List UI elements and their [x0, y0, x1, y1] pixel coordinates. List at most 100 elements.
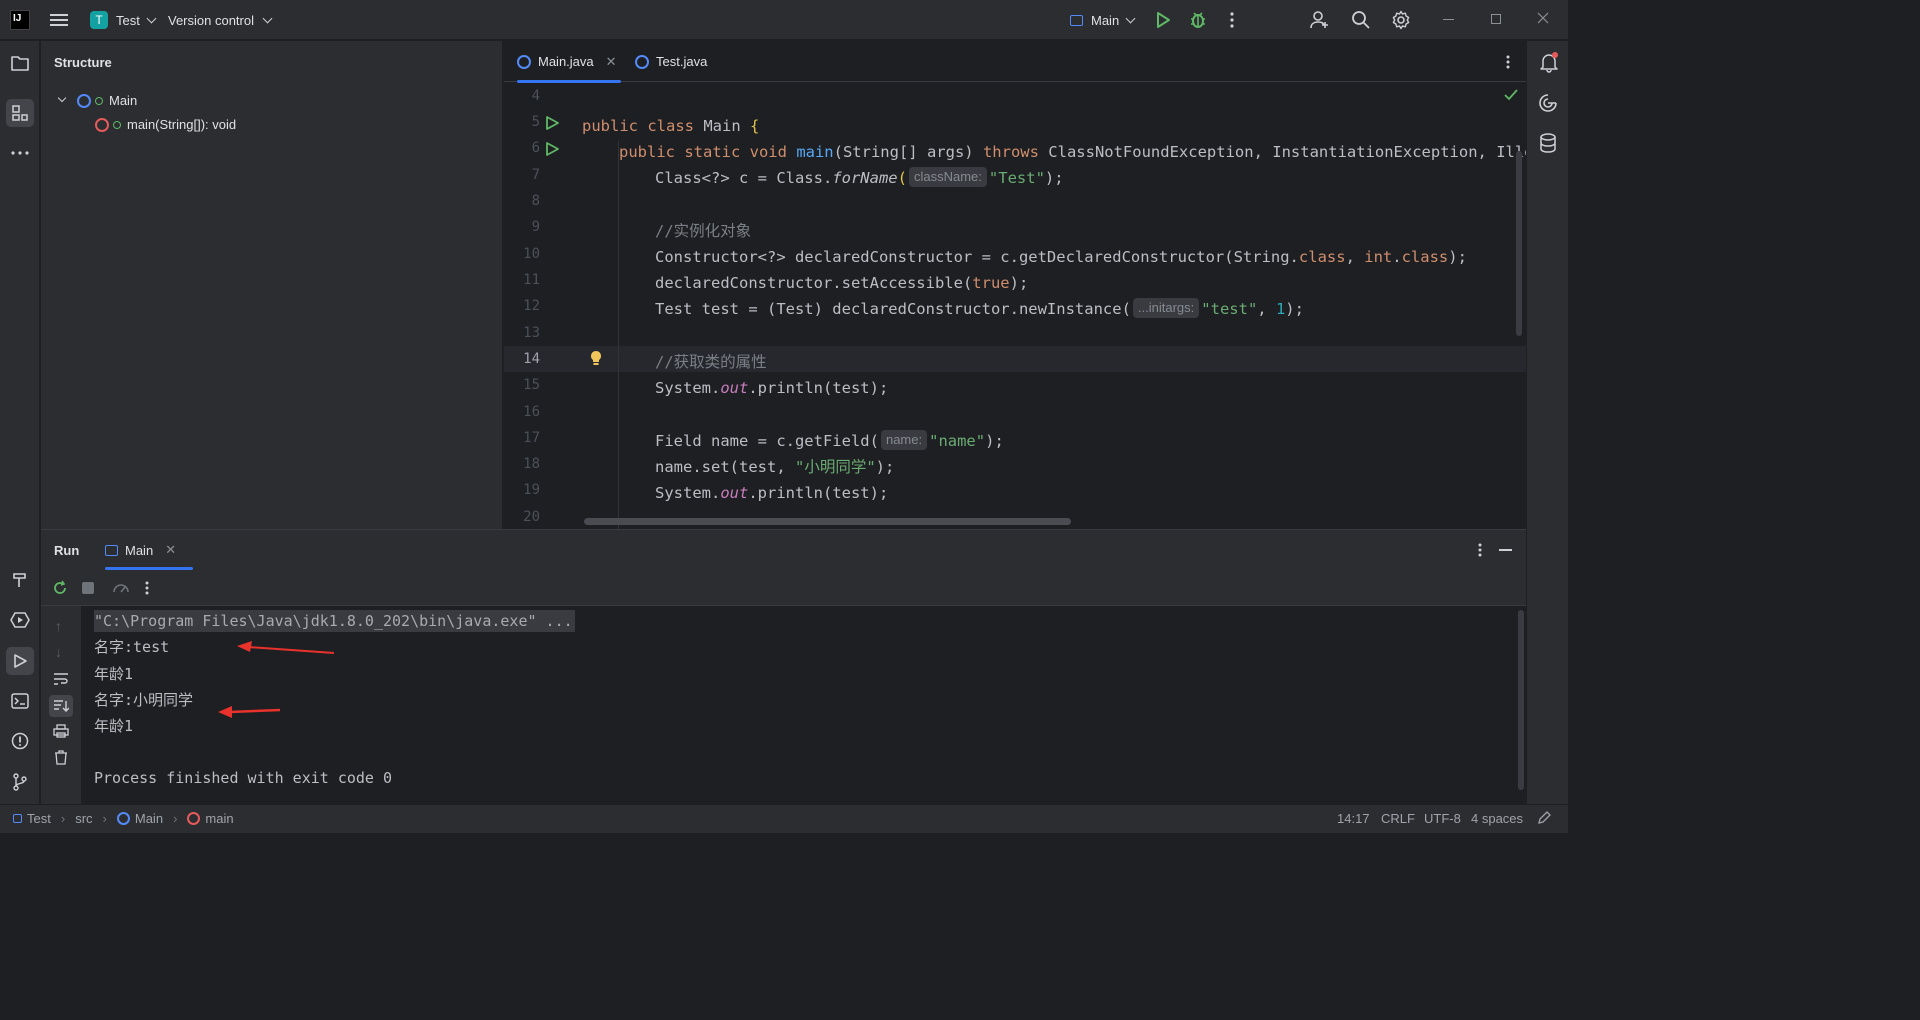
- tab-test-java[interactable]: Test.java: [635, 41, 707, 82]
- build-hammer-icon[interactable]: [6, 566, 34, 594]
- expand-chevron-icon[interactable]: [57, 93, 67, 102]
- run-config-selector[interactable]: Main: [1064, 6, 1140, 34]
- chevron-right-icon: ›: [60, 811, 66, 826]
- scroll-down-icon[interactable]: ↓: [55, 644, 62, 660]
- line-number: 7: [531, 167, 540, 183]
- horizontal-scrollbar[interactable]: [584, 518, 1071, 525]
- more-horizontal-icon[interactable]: [6, 139, 34, 167]
- console-output[interactable]: "C:\Program Files\Java\jdk1.8.0_202\bin\…: [94, 606, 1514, 805]
- readonly-toggle-icon[interactable]: [1537, 811, 1551, 825]
- breadcrumb-item[interactable]: Main: [135, 811, 163, 826]
- add-user-icon[interactable]: [1310, 10, 1330, 30]
- print-icon[interactable]: [53, 724, 69, 738]
- line-number: 10: [523, 246, 540, 262]
- code-token: main: [796, 143, 834, 161]
- line-number: 6: [531, 140, 540, 156]
- terminal-icon[interactable]: [6, 687, 34, 715]
- line-number: 15: [523, 377, 540, 393]
- close-icon[interactable]: [1537, 12, 1549, 24]
- code-token: class: [1401, 248, 1449, 266]
- caret-position[interactable]: 14:17: [1337, 811, 1370, 826]
- code-line-6: public static void main(String[] args) t…: [619, 139, 1526, 165]
- file-encoding[interactable]: UTF-8: [1424, 811, 1461, 826]
- notifications-bell-icon[interactable]: [1538, 51, 1560, 73]
- main-menu-icon[interactable]: [50, 11, 68, 29]
- code-token: );: [985, 432, 1004, 450]
- restore-icon[interactable]: [1491, 14, 1501, 24]
- chevron-right-icon: ›: [173, 811, 178, 826]
- line-ending[interactable]: CRLF: [1381, 811, 1415, 826]
- line-number: 9: [531, 219, 540, 235]
- line-gutter: 4 5 6 7 8 9 10 11 12 13 14 15 16 17 18 1…: [504, 83, 601, 529]
- tab-main-java[interactable]: Main.java ✕: [517, 41, 621, 83]
- settings-gear-icon[interactable]: [1391, 10, 1411, 30]
- stop-icon[interactable]: [82, 582, 94, 594]
- minimize-panel-icon[interactable]: [1499, 549, 1512, 551]
- parameter-hint: name:: [880, 430, 928, 450]
- vertical-scrollbar[interactable]: [1516, 151, 1522, 336]
- close-tab-icon[interactable]: ✕: [165, 542, 176, 558]
- inspection-ok-icon[interactable]: [1504, 89, 1518, 101]
- profiler-icon[interactable]: [112, 580, 130, 596]
- vcs-label: Version control: [168, 12, 254, 28]
- structure-icon[interactable]: [6, 99, 34, 127]
- chevron-down-icon: [1125, 13, 1136, 23]
- run-tab-main[interactable]: Main ✕: [105, 530, 193, 570]
- line-number: 8: [531, 193, 540, 209]
- parameter-hint: className:: [908, 167, 987, 187]
- module-icon: [13, 814, 22, 823]
- java-class-icon: [635, 54, 649, 69]
- code-line-17: Field name = c.getField(name: "name");: [655, 428, 1004, 454]
- database-icon[interactable]: [1539, 133, 1557, 153]
- scroll-up-icon[interactable]: ↑: [55, 618, 62, 634]
- run-tool-icon[interactable]: [6, 647, 34, 675]
- soft-wrap-icon[interactable]: [53, 672, 69, 686]
- code-editor: Main.java ✕ Test.java 4 5 6 7 8 9 10 11 …: [504, 41, 1526, 529]
- git-branch-icon[interactable]: [6, 768, 34, 796]
- project-widget[interactable]: T Test: [84, 6, 161, 34]
- ai-assistant-icon[interactable]: [1538, 93, 1558, 113]
- line-number: 17: [523, 430, 540, 446]
- services-icon[interactable]: [6, 606, 34, 634]
- code-line-10: Constructor<?> declaredConstructor = c.g…: [655, 244, 1467, 270]
- tree-method-label: main(String[]): void: [127, 117, 237, 132]
- code-line-5: public class Main {: [582, 113, 759, 139]
- clear-trash-icon[interactable]: [54, 750, 68, 765]
- code-line-14: //获取类的属性: [655, 353, 767, 371]
- code-area[interactable]: public class Main { public static void m…: [582, 83, 1526, 529]
- editor-tabs: Main.java ✕ Test.java: [504, 41, 1526, 83]
- structure-panel: Structure Main main(String[]): void: [41, 41, 503, 529]
- rerun-icon[interactable]: [52, 580, 68, 596]
- code-token: out: [720, 484, 749, 502]
- line-number: 19: [523, 482, 540, 498]
- run-gutter-icon[interactable]: [544, 115, 560, 131]
- run-icon[interactable]: [1154, 11, 1172, 29]
- code-line-15: System.out.println(test);: [655, 375, 888, 401]
- tree-node-method[interactable]: main(String[]): void: [95, 117, 236, 132]
- breadcrumb-item[interactable]: src: [75, 811, 92, 826]
- close-tab-icon[interactable]: ✕: [606, 54, 617, 70]
- minimize-icon[interactable]: [1443, 19, 1454, 20]
- more-vertical-icon[interactable]: [1230, 12, 1234, 28]
- console-scrollbar[interactable]: [1518, 610, 1524, 790]
- more-vertical-icon[interactable]: [1478, 543, 1482, 557]
- project-folder-icon[interactable]: [6, 49, 34, 77]
- more-vertical-icon[interactable]: [145, 581, 149, 595]
- breadcrumb-item[interactable]: Test: [27, 811, 51, 826]
- debug-icon[interactable]: [1188, 10, 1208, 30]
- search-icon[interactable]: [1351, 10, 1371, 30]
- indent-setting[interactable]: 4 spaces: [1471, 811, 1523, 826]
- console-side-toolbar: ↑ ↓: [41, 606, 81, 805]
- red-arrow-annotation: [237, 641, 335, 654]
- problems-icon[interactable]: [6, 727, 34, 755]
- app-logo[interactable]: IJ: [10, 10, 30, 30]
- code-line-18: name.set(test, "小明同学");: [655, 454, 894, 480]
- run-gutter-icon[interactable]: [544, 141, 560, 157]
- line-number: 13: [523, 325, 540, 341]
- more-vertical-icon[interactable]: [1506, 55, 1510, 69]
- scroll-to-end-button[interactable]: [49, 695, 73, 717]
- vcs-widget[interactable]: Version control: [162, 6, 277, 34]
- breadcrumb-item[interactable]: main: [205, 811, 233, 826]
- tree-node-class[interactable]: Main: [57, 93, 137, 108]
- code-token: "小明同学": [794, 458, 876, 476]
